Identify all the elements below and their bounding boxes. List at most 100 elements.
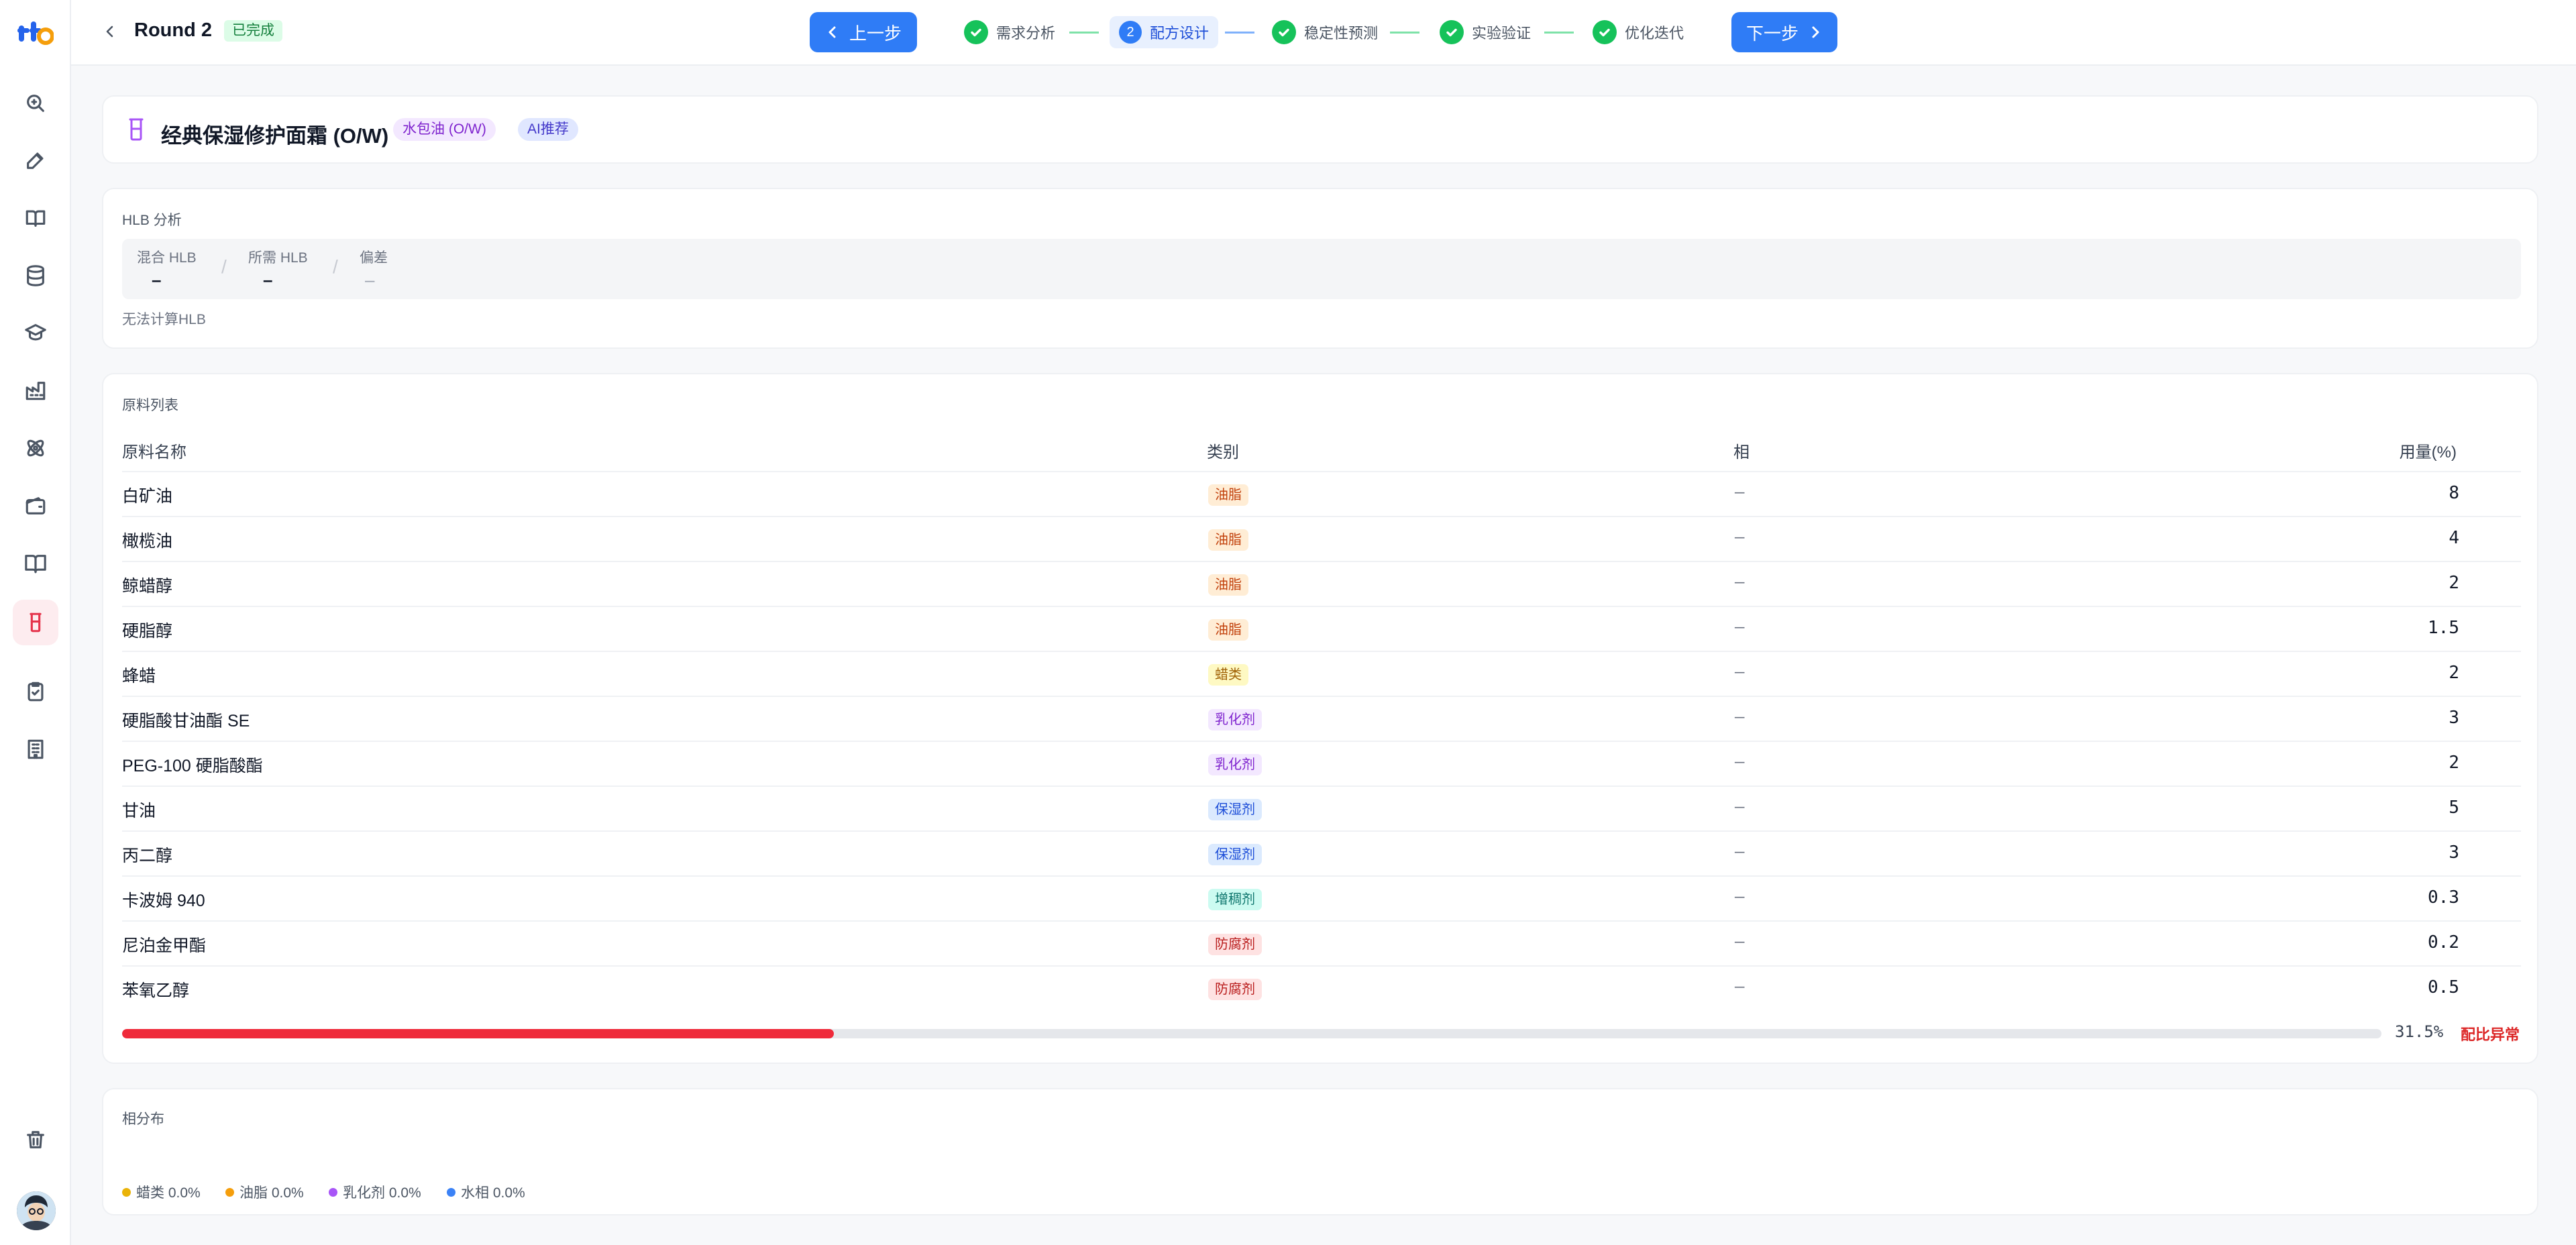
phase-value: — bbox=[1735, 529, 1745, 547]
hlb-section-label: HLB 分析 bbox=[122, 213, 182, 228]
category-badge: 防腐剂 bbox=[1208, 979, 1262, 1000]
category-badge: 保湿剂 bbox=[1208, 844, 1262, 865]
table-row: 橄榄油 油脂 — 4 bbox=[122, 516, 2521, 561]
prev-step-button[interactable]: 上一步 bbox=[810, 12, 917, 52]
step-formula-design[interactable]: 2 配方设计 bbox=[1110, 16, 1219, 48]
legend-label: 水相 0.0% bbox=[461, 1185, 525, 1201]
ingredient-name: 硬脂醇 bbox=[122, 622, 173, 641]
building-icon bbox=[28, 739, 44, 759]
table-row: 白矿油 油脂 — 8 bbox=[122, 471, 2521, 516]
table-row: 卡波姆 940 增稠剂 — 0.3 bbox=[122, 875, 2521, 920]
category-badge: 保湿剂 bbox=[1208, 799, 1262, 820]
phase-value: — bbox=[1735, 664, 1745, 682]
deviation-value: – bbox=[365, 270, 375, 290]
phase-value: — bbox=[1735, 799, 1745, 817]
legend-label: 油脂 0.0% bbox=[239, 1185, 304, 1201]
ingredient-name: 卡波姆 940 bbox=[122, 891, 205, 910]
nav-edit[interactable] bbox=[13, 138, 58, 183]
total-ratio-progress bbox=[122, 1029, 2381, 1038]
round-title: Round 2 bbox=[134, 19, 212, 41]
category-badge: 乳化剂 bbox=[1208, 754, 1262, 775]
step-optimization[interactable]: 优化迭代 bbox=[1593, 16, 1684, 48]
header-name: 原料名称 bbox=[122, 443, 186, 462]
nav-atom[interactable] bbox=[13, 425, 58, 471]
step-label: 需求分析 bbox=[996, 25, 1056, 42]
status-badge: 已完成 bbox=[224, 20, 282, 42]
formula-title: 经典保湿修护面霜 (O/W) bbox=[161, 124, 389, 148]
step-requirements[interactable]: 需求分析 bbox=[964, 16, 1055, 48]
database-icon bbox=[27, 265, 44, 286]
nav-tasks[interactable] bbox=[13, 669, 58, 714]
nav-database[interactable] bbox=[13, 253, 58, 299]
category-badge: 防腐剂 bbox=[1208, 934, 1262, 955]
nav-learning[interactable] bbox=[13, 310, 58, 356]
required-hlb: 所需 HLB – bbox=[248, 247, 308, 290]
table-row: 硬脂醇 油脂 — 1.5 bbox=[122, 606, 2521, 651]
phase-value: — bbox=[1735, 709, 1745, 727]
amount-value: 2 bbox=[2449, 753, 2459, 773]
step-connector bbox=[1390, 32, 1419, 34]
phase-value: — bbox=[1735, 574, 1745, 592]
app-logo[interactable] bbox=[17, 19, 54, 46]
nav-factory[interactable] bbox=[13, 368, 58, 413]
ingredient-name: 硬脂酸甘油酯 SE bbox=[122, 712, 250, 730]
legend-dot bbox=[447, 1187, 455, 1197]
prev-step-label: 上一步 bbox=[849, 23, 902, 44]
clipboard-check-icon bbox=[28, 682, 44, 702]
step-label: 配方设计 bbox=[1150, 25, 1210, 42]
hlb-note: 无法计算HLB bbox=[122, 312, 206, 327]
step-experiment[interactable]: 实验验证 bbox=[1440, 16, 1531, 48]
nav-search[interactable] bbox=[13, 80, 58, 126]
category-badge: 油脂 bbox=[1208, 529, 1248, 551]
step-number: 2 bbox=[1119, 21, 1142, 44]
hlb-analysis-card: HLB 分析 混合 HLB – / 所需 HLB – / 偏差 – 无法计算HL… bbox=[102, 188, 2538, 349]
next-step-button[interactable]: 下一步 bbox=[1731, 12, 1837, 52]
legend-item-oil: 油脂 0.0% bbox=[225, 1182, 304, 1202]
amount-value: 5 bbox=[2449, 798, 2459, 818]
nav-book-open[interactable] bbox=[13, 541, 58, 586]
nav-wallet[interactable] bbox=[13, 483, 58, 529]
chevron-left-icon bbox=[828, 26, 836, 38]
back-chevron-icon[interactable] bbox=[101, 21, 119, 42]
amount-value: 1.5 bbox=[2428, 618, 2459, 638]
sidebar bbox=[0, 0, 71, 1245]
legend-item-water: 水相 0.0% bbox=[447, 1182, 525, 1202]
wallet-icon bbox=[25, 497, 46, 515]
step-label: 优化迭代 bbox=[1625, 25, 1684, 42]
progress-fill bbox=[122, 1029, 834, 1038]
deviation-label: 偏差 bbox=[360, 250, 388, 266]
book-icon bbox=[25, 210, 46, 227]
mixed-hlb-label: 混合 HLB bbox=[137, 250, 197, 266]
legend-label: 乳化剂 0.0% bbox=[343, 1185, 421, 1201]
legend-dot bbox=[122, 1187, 131, 1197]
factory-icon bbox=[25, 382, 46, 400]
mixed-hlb: 混合 HLB – bbox=[137, 247, 197, 290]
amount-value: 4 bbox=[2449, 528, 2459, 548]
ingredient-name: PEG-100 硬脂酸酯 bbox=[122, 757, 263, 775]
check-circle-icon bbox=[1440, 20, 1464, 44]
ratio-warning: 配比异常 bbox=[2461, 1026, 2520, 1043]
phase-distribution-card: 相分布 蜡类 0.0% 油脂 0.0% 乳化剂 0.0% 水相 0.0% bbox=[102, 1088, 2538, 1215]
nav-book[interactable] bbox=[13, 195, 58, 241]
hlb-separator: / bbox=[221, 256, 227, 277]
header-category: 类别 bbox=[1207, 443, 1239, 462]
step-label: 实验验证 bbox=[1472, 25, 1532, 42]
mixed-hlb-value: – bbox=[152, 270, 162, 290]
legend-dot bbox=[225, 1187, 234, 1197]
step-stability-prediction[interactable]: 稳定性预测 bbox=[1272, 16, 1378, 48]
nav-trash[interactable] bbox=[13, 1117, 58, 1162]
table-row: 硬脂酸甘油酯 SE 乳化剂 — 3 bbox=[122, 696, 2521, 741]
atom-icon bbox=[27, 439, 44, 457]
required-hlb-label: 所需 HLB bbox=[248, 250, 308, 266]
table-row: 蜂蜡 蜡类 — 2 bbox=[122, 651, 2521, 696]
nav-formula[interactable] bbox=[13, 600, 58, 645]
user-avatar[interactable] bbox=[17, 1191, 56, 1230]
hlb-metrics-box: 混合 HLB – / 所需 HLB – / 偏差 – bbox=[122, 239, 2521, 299]
ingredient-name: 鲸蜡醇 bbox=[122, 577, 173, 596]
category-badge: 蜡类 bbox=[1208, 664, 1248, 686]
table-row: 苯氧乙醇 防腐剂 — 0.5 bbox=[122, 965, 2521, 1010]
ingredient-name: 苯氧乙醇 bbox=[122, 981, 190, 1000]
nav-building[interactable] bbox=[13, 726, 58, 772]
ingredient-name: 蜂蜡 bbox=[122, 667, 156, 686]
ingredient-name: 橄榄油 bbox=[122, 532, 173, 551]
